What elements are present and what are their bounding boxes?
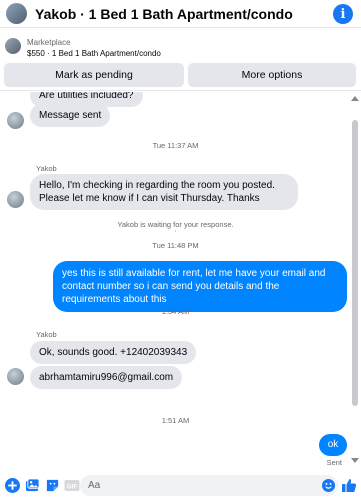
listing-thumbnail[interactable]: [5, 38, 21, 54]
sender-name: Yakob: [36, 330, 57, 339]
more-options-button[interactable]: More options: [188, 63, 356, 87]
message-bubble-incoming: abrhamtamiru996@gmail.com: [30, 366, 183, 389]
scrollbar-thumb[interactable]: [352, 120, 358, 406]
message-bubble-incoming: Hello, I'm checking in regarding the roo…: [30, 174, 298, 210]
listing-source-label: Marketplace: [27, 38, 71, 47]
chat-header: Yakob · 1 Bed 1 Bath Apartment/condo i: [0, 0, 361, 28]
plus-icon[interactable]: [4, 477, 20, 493]
timestamp: 1:51 AM: [161, 416, 190, 425]
message-status: Sent: [326, 458, 342, 467]
marketplace-listing-panel: Marketplace $550 · 1 Bed 1 Bath Apartmen…: [0, 29, 361, 91]
photo-icon[interactable]: [24, 477, 40, 493]
gif-icon[interactable]: GIF: [64, 477, 80, 493]
timestamp: 1:34 AM: [161, 307, 190, 316]
info-icon[interactable]: i: [333, 4, 353, 24]
message-bubble-incoming: Message sent: [30, 104, 111, 127]
message-bubble-outgoing: yes this is still available for rent, le…: [53, 261, 347, 312]
scroll-up-arrow-icon[interactable]: [351, 96, 359, 101]
sticker-icon[interactable]: [44, 477, 60, 493]
sender-name: Yakob: [36, 164, 57, 173]
message-thread[interactable]: Are utilities included? Message sent Tue…: [0, 92, 361, 470]
mark-as-pending-button[interactable]: Mark as pending: [4, 63, 184, 87]
contact-avatar-small: [7, 191, 24, 208]
scroll-down-arrow-icon[interactable]: [351, 458, 359, 463]
contact-avatar-small: [7, 112, 24, 129]
listing-description[interactable]: $550 · 1 Bed 1 Bath Apartment/condo: [27, 49, 161, 58]
timestamp: Tue 11:48 PM: [152, 241, 199, 250]
thumbs-up-icon[interactable]: [341, 477, 357, 498]
emoji-icon[interactable]: [322, 479, 335, 497]
conversation-title[interactable]: Yakob · 1 Bed 1 Bath Apartment/condo: [35, 6, 293, 22]
contact-avatar-small: [7, 368, 24, 385]
separator-dot: ·: [174, 228, 177, 235]
timestamp: Tue 11:37 AM: [152, 141, 199, 150]
contact-avatar[interactable]: [6, 3, 27, 24]
message-bubble-outgoing: ok: [319, 434, 347, 456]
message-input[interactable]: Aa: [80, 475, 338, 496]
message-bubble-incoming: Ok, sounds good. +12402039343: [30, 341, 197, 364]
svg-text:GIF: GIF: [67, 483, 78, 490]
